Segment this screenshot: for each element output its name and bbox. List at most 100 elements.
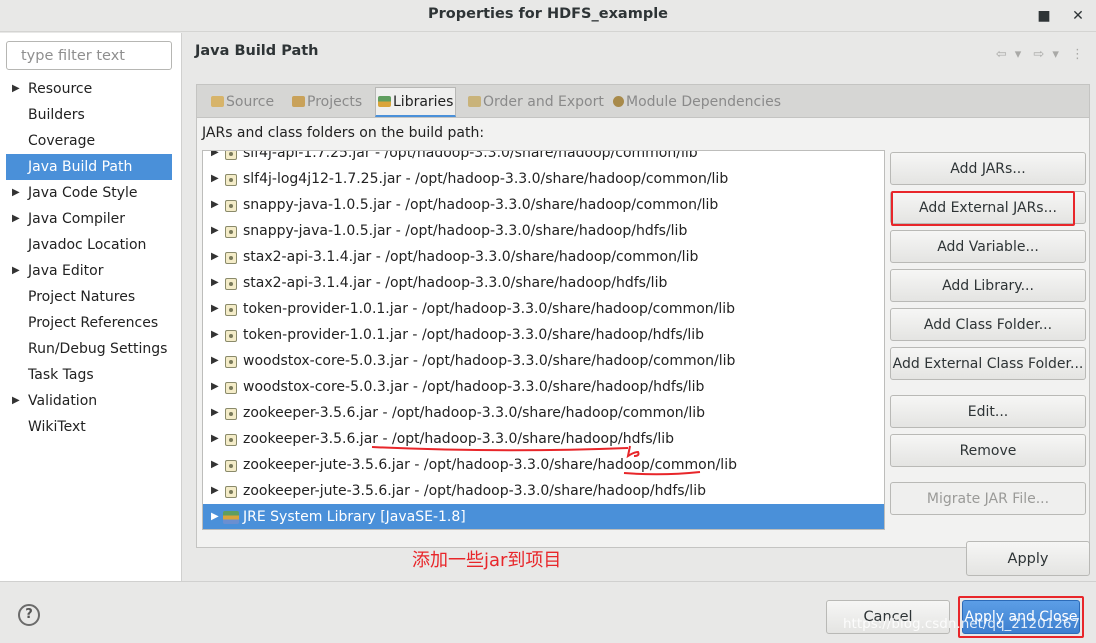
window-titlebar: Properties for HDFS_example ■ ✕ xyxy=(0,0,1096,32)
libraries-icon xyxy=(378,96,391,107)
expand-arrow-icon[interactable]: ▶ xyxy=(12,258,20,284)
sidebar-item-label: Run/Debug Settings xyxy=(28,341,168,357)
chevron-down-icon[interactable]: ▾ xyxy=(1052,47,1059,62)
jar-icon xyxy=(225,330,237,342)
add-external-jars-button[interactable]: Add External JARs... xyxy=(890,191,1086,224)
expand-arrow-icon[interactable]: ▶ xyxy=(211,452,219,478)
library-entry-label: zookeeper-3.5.6.jar - /opt/hadoop-3.3.0/… xyxy=(243,431,675,447)
add-external-class-folder-button[interactable]: Add External Class Folder... xyxy=(890,347,1086,380)
tab-order-and-export[interactable]: Order and Export xyxy=(468,89,604,115)
filter-input[interactable] xyxy=(6,41,172,70)
add-class-folder-button[interactable]: Add Class Folder... xyxy=(890,308,1086,341)
annotation-note: 添加一些jar到项目 xyxy=(412,550,562,571)
library-list[interactable]: ▶ slf4j-api-1.7.25.jar - /opt/hadoop-3.3.… xyxy=(202,150,885,530)
remove-button[interactable]: Remove xyxy=(890,434,1086,467)
add-jars-button[interactable]: Add JARs... xyxy=(890,152,1086,185)
close-icon[interactable]: ✕ xyxy=(1066,4,1090,28)
add-library-button[interactable]: Add Library... xyxy=(890,269,1086,302)
apply-button[interactable]: Apply xyxy=(966,541,1090,576)
minimize-icon[interactable]: ■ xyxy=(1032,4,1056,28)
sidebar-item-label: Java Build Path xyxy=(28,159,133,175)
library-entry[interactable]: ▶ zookeeper-jute-3.5.6.jar - /opt/hadoop-… xyxy=(203,452,884,478)
expand-arrow-icon[interactable]: ▶ xyxy=(211,322,219,348)
jar-icon xyxy=(225,226,237,238)
tab-libraries[interactable]: Libraries xyxy=(375,87,457,117)
page-nav: ⇦ ▾ ⇨ ▾ ⋮ xyxy=(988,47,1084,62)
dialog-footer: ? Cancel Apply and Close https://blog.cs… xyxy=(0,581,1096,643)
tab-projects[interactable]: Projects xyxy=(292,89,362,115)
expand-arrow-icon[interactable]: ▶ xyxy=(211,504,219,529)
jre-label: JRE System Library [JavaSE-1.8] xyxy=(243,509,466,525)
library-entry[interactable]: ▶ snappy-java-1.0.5.jar - /opt/hadoop-3.3… xyxy=(203,192,884,218)
library-entry-label: woodstox-core-5.0.3.jar - /opt/hadoop-3.… xyxy=(243,379,705,395)
add-variable-button[interactable]: Add Variable... xyxy=(890,230,1086,263)
sidebar-item-label: Project References xyxy=(28,315,159,331)
expand-arrow-icon[interactable]: ▶ xyxy=(211,218,219,244)
library-entry[interactable]: ▶ slf4j-log4j12-1.7.25.jar - /opt/hadoop-… xyxy=(203,166,884,192)
sidebar-item[interactable]: WikiText xyxy=(6,414,172,440)
expand-arrow-icon[interactable]: ▶ xyxy=(12,206,20,232)
window-title: Properties for HDFS_example xyxy=(427,6,669,22)
chevron-down-icon[interactable]: ▾ xyxy=(1015,47,1022,62)
library-entry-label: zookeeper-jute-3.5.6.jar - /opt/hadoop-3… xyxy=(243,483,706,499)
expand-arrow-icon[interactable]: ▶ xyxy=(211,192,219,218)
sidebar-item[interactable]: ▶ Java Code Style xyxy=(6,180,172,206)
tab-module-dependencies[interactable]: Module Dependencies xyxy=(613,89,781,115)
jar-icon xyxy=(225,434,237,446)
sidebar-item[interactable]: Javadoc Location xyxy=(6,232,172,258)
jar-icon xyxy=(225,151,237,160)
library-entry[interactable]: ▶ snappy-java-1.0.5.jar - /opt/hadoop-3.3… xyxy=(203,218,884,244)
sidebar-item[interactable]: Project References xyxy=(6,310,172,336)
more-options-icon[interactable]: ⋮ xyxy=(1071,47,1084,62)
sidebar-item[interactable]: Builders xyxy=(6,102,172,128)
library-entry[interactable]: ▶ token-provider-1.0.1.jar - /opt/hadoop-… xyxy=(203,296,884,322)
expand-arrow-icon[interactable]: ▶ xyxy=(211,151,219,166)
library-entry-label: slf4j-api-1.7.25.jar - /opt/hadoop-3.3.0… xyxy=(243,150,698,161)
jar-icon xyxy=(225,200,237,212)
library-entry-label: token-provider-1.0.1.jar - /opt/hadoop-3… xyxy=(243,327,705,343)
expand-arrow-icon[interactable]: ▶ xyxy=(211,166,219,192)
sidebar-item[interactable]: ▶ Java Compiler xyxy=(6,206,172,232)
sidebar-item[interactable]: Project Natures xyxy=(6,284,172,310)
library-entry[interactable]: ▶ woodstox-core-5.0.3.jar - /opt/hadoop-3… xyxy=(203,374,884,400)
sidebar-item[interactable]: ▶ Java Editor xyxy=(6,258,172,284)
watermark: https://blog.csdn.net/qq_21201267 xyxy=(843,616,1081,632)
sidebar-item[interactable]: Coverage xyxy=(6,128,172,154)
sidebar-item-label: Javadoc Location xyxy=(28,237,147,253)
sidebar-item[interactable]: Run/Debug Settings xyxy=(6,336,172,362)
help-icon[interactable]: ? xyxy=(18,604,40,626)
library-entry-label: snappy-java-1.0.5.jar - /opt/hadoop-3.3.… xyxy=(243,197,719,213)
expand-arrow-icon[interactable]: ▶ xyxy=(211,374,219,400)
expand-arrow-icon[interactable]: ▶ xyxy=(12,388,20,414)
library-entry[interactable]: ▶ zookeeper-3.5.6.jar - /opt/hadoop-3.3.0… xyxy=(203,400,884,426)
library-entry[interactable]: ▶ woodstox-core-5.0.3.jar - /opt/hadoop-3… xyxy=(203,348,884,374)
sidebar-item[interactable]: Task Tags xyxy=(6,362,172,388)
expand-arrow-icon[interactable]: ▶ xyxy=(211,478,219,504)
sidebar-item[interactable]: Java Build Path xyxy=(6,154,172,180)
sidebar-item[interactable]: ▶ Validation xyxy=(6,388,172,414)
jar-icon xyxy=(225,356,237,368)
library-entry[interactable]: ▶ slf4j-api-1.7.25.jar - /opt/hadoop-3.3.… xyxy=(203,150,884,166)
edit-button[interactable]: Edit... xyxy=(890,395,1086,428)
tab-source[interactable]: Source xyxy=(211,89,274,115)
expand-arrow-icon[interactable]: ▶ xyxy=(12,76,20,102)
sidebar-item-label: Coverage xyxy=(28,133,96,149)
expand-arrow-icon[interactable]: ▶ xyxy=(211,244,219,270)
back-arrow-icon[interactable]: ⇦ xyxy=(996,47,1007,62)
expand-arrow-icon[interactable]: ▶ xyxy=(211,296,219,322)
library-icon xyxy=(223,511,239,524)
expand-arrow-icon[interactable]: ▶ xyxy=(12,180,20,206)
library-entry[interactable]: ▶ zookeeper-3.5.6.jar - /opt/hadoop-3.3.0… xyxy=(203,426,884,452)
libraries-tab-content: JARs and class folders on the build path… xyxy=(196,118,1090,548)
expand-arrow-icon[interactable]: ▶ xyxy=(211,426,219,452)
library-entry[interactable]: ▶ zookeeper-jute-3.5.6.jar - /opt/hadoop-… xyxy=(203,478,884,504)
jre-library-entry[interactable]: ▶ JRE System Library [JavaSE-1.8] xyxy=(203,504,884,529)
library-entry[interactable]: ▶ stax2-api-3.1.4.jar - /opt/hadoop-3.3.0… xyxy=(203,244,884,270)
forward-arrow-icon[interactable]: ⇨ xyxy=(1033,47,1044,62)
library-entry[interactable]: ▶ stax2-api-3.1.4.jar - /opt/hadoop-3.3.0… xyxy=(203,270,884,296)
expand-arrow-icon[interactable]: ▶ xyxy=(211,348,219,374)
library-entry[interactable]: ▶ token-provider-1.0.1.jar - /opt/hadoop-… xyxy=(203,322,884,348)
expand-arrow-icon[interactable]: ▶ xyxy=(211,400,219,426)
sidebar-item[interactable]: ▶ Resource xyxy=(6,76,172,102)
expand-arrow-icon[interactable]: ▶ xyxy=(211,270,219,296)
